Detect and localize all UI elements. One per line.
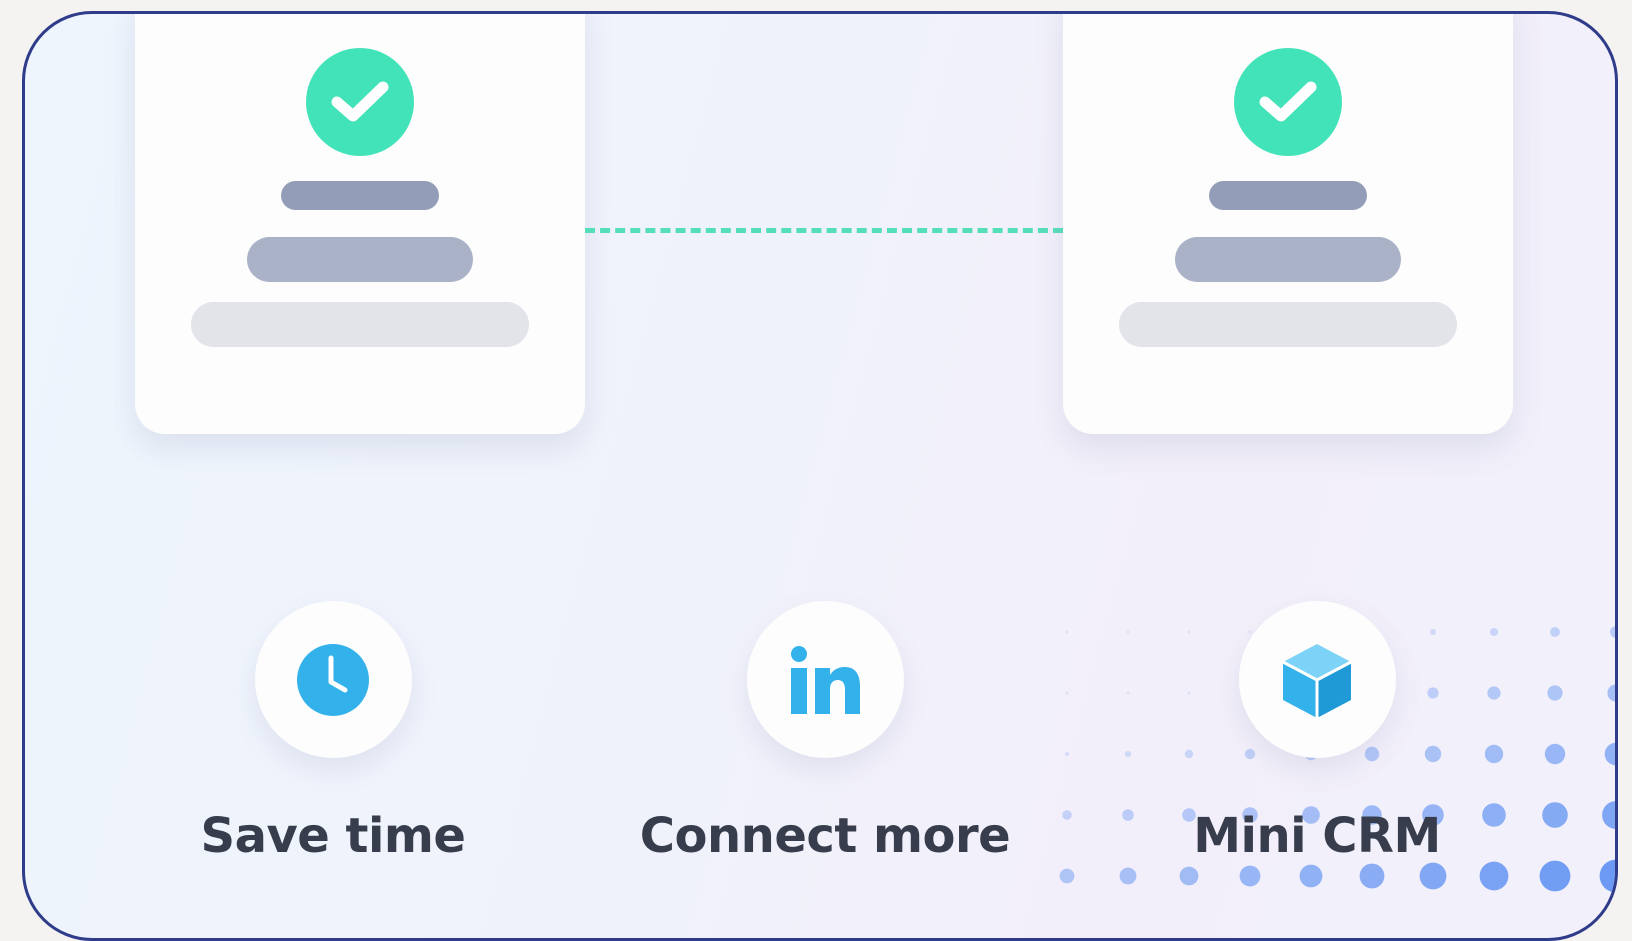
decorative-dot	[1179, 866, 1199, 886]
decorative-dot	[1299, 864, 1323, 888]
decorative-dot	[1604, 742, 1615, 766]
placeholder-line-medium	[247, 237, 473, 282]
check-circle-icon	[306, 48, 414, 156]
decorative-dot	[1419, 862, 1447, 890]
feature-connect-more: Connect more	[625, 601, 1025, 864]
placeholder-line-medium	[1175, 237, 1401, 282]
placeholder-line-short	[281, 181, 439, 210]
decorative-dot	[1602, 801, 1615, 829]
placeholder-line-long	[1119, 302, 1457, 347]
decorative-dot	[1539, 860, 1571, 892]
decorative-dot	[1062, 810, 1072, 820]
decorative-dot	[1239, 865, 1261, 887]
decorative-dot	[1479, 861, 1509, 891]
linkedin-icon	[791, 645, 860, 714]
cube-icon	[1282, 643, 1352, 718]
decorative-dot	[1065, 630, 1069, 634]
decorative-dot	[1542, 802, 1568, 828]
feature-mini-crm: Mini CRM	[1117, 601, 1517, 864]
decorative-dot	[1119, 867, 1137, 885]
dashed-connector-line	[585, 228, 1063, 233]
check-circle-icon	[1234, 48, 1342, 156]
placeholder-line-long	[191, 302, 529, 347]
feature-icon-bubble	[254, 601, 412, 758]
clock-icon	[297, 643, 369, 716]
profile-card-left	[135, 14, 585, 434]
decorative-dot	[1599, 859, 1615, 893]
feature-label: Mini CRM	[1193, 808, 1441, 864]
decorative-dot	[1607, 684, 1615, 702]
decorative-dot	[1544, 743, 1566, 765]
placeholder-line-short	[1209, 181, 1367, 210]
decorative-dot	[1064, 751, 1070, 757]
decorative-dot	[1610, 626, 1615, 638]
decorative-dot	[1359, 863, 1385, 889]
feature-icon-bubble	[1238, 601, 1396, 758]
decorative-dot	[1550, 627, 1560, 637]
feature-label: Connect more	[639, 808, 1011, 864]
illustration-frame: Save time Connect more Mini CRM	[22, 11, 1618, 941]
feature-icon-bubble	[746, 601, 904, 758]
decorative-dot	[1059, 868, 1075, 884]
decorative-dot	[1065, 691, 1069, 695]
feature-save-time: Save time	[133, 601, 533, 864]
profile-card-right	[1063, 14, 1513, 434]
feature-label: Save time	[200, 808, 466, 864]
decorative-dot	[1547, 685, 1563, 701]
